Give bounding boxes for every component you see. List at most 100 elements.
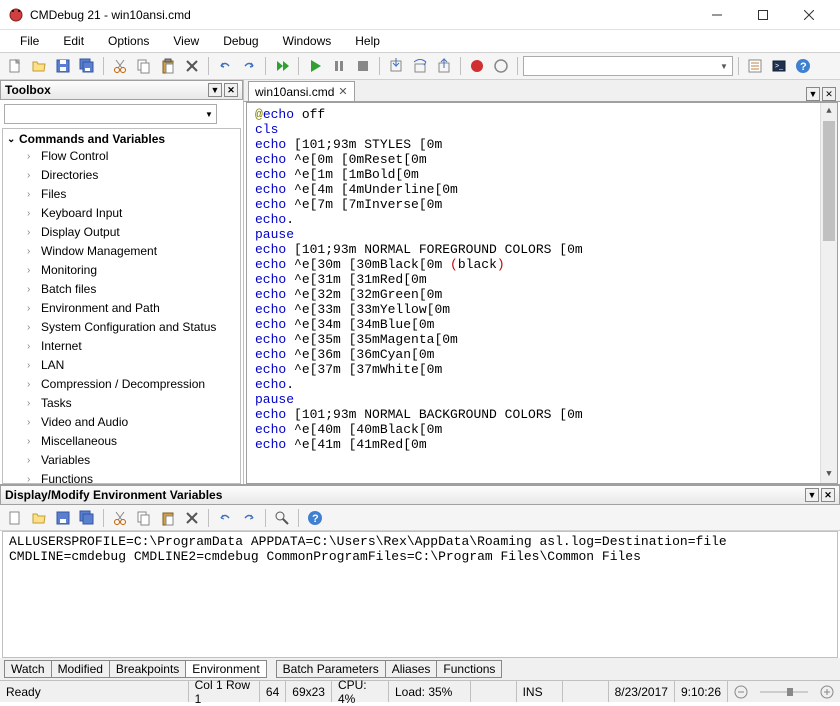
undo-icon[interactable] (214, 55, 236, 77)
env-delete-icon[interactable] (181, 507, 203, 529)
env-cut-icon[interactable] (109, 507, 131, 529)
chevron-right-icon: › (27, 471, 41, 484)
breakpoint-disabled-icon[interactable] (490, 55, 512, 77)
tree-root[interactable]: ⌄ Commands and Variables (3, 131, 240, 147)
redo-icon[interactable] (238, 55, 260, 77)
tree-item[interactable]: ›Keyboard Input (3, 204, 240, 223)
env-help-icon[interactable]: ? (304, 507, 326, 529)
bottom-tab-aliases[interactable]: Aliases (385, 660, 438, 678)
save-icon[interactable] (52, 55, 74, 77)
menu-help[interactable]: Help (345, 33, 390, 49)
toolbox-title: Toolbox (5, 83, 51, 97)
tree-item[interactable]: ›Environment and Path (3, 299, 240, 318)
step-over-icon[interactable] (409, 55, 431, 77)
step-into-icon[interactable] (385, 55, 407, 77)
tree-item[interactable]: ›Tasks (3, 394, 240, 413)
tab-close-all-icon[interactable]: ✕ (822, 87, 836, 101)
scroll-up-icon[interactable]: ▲ (821, 103, 837, 120)
bottom-tab-functions[interactable]: Functions (436, 660, 502, 678)
run-icon[interactable] (304, 55, 326, 77)
properties-icon[interactable] (744, 55, 766, 77)
delete-icon[interactable] (181, 55, 203, 77)
maximize-button[interactable] (740, 0, 786, 30)
toolbox-search-combo[interactable]: ▼ (4, 104, 217, 124)
step-out-icon[interactable] (433, 55, 455, 77)
minimize-button[interactable] (694, 0, 740, 30)
tree-item[interactable]: ›System Configuration and Status (3, 318, 240, 337)
zoom-slider[interactable] (754, 681, 814, 702)
env-find-icon[interactable] (271, 507, 293, 529)
tree-item-label: Files (41, 186, 66, 203)
scroll-down-icon[interactable]: ▼ (821, 466, 837, 483)
env-save-icon[interactable] (52, 507, 74, 529)
tree-item-label: Display Output (41, 224, 120, 241)
bottom-tab-batch-parameters[interactable]: Batch Parameters (276, 660, 386, 678)
stop-icon[interactable] (352, 55, 374, 77)
bottom-tab-watch[interactable]: Watch (4, 660, 52, 678)
open-folder-icon[interactable] (28, 55, 50, 77)
tree-item[interactable]: ›Flow Control (3, 147, 240, 166)
code-editor[interactable]: @echo off cls echo [101;93m STYLES [0m e… (246, 102, 838, 484)
panel-dropdown-icon[interactable]: ▼ (208, 83, 222, 97)
tree-item[interactable]: ›Video and Audio (3, 413, 240, 432)
cut-icon[interactable] (109, 55, 131, 77)
tree-item[interactable]: ›Functions (3, 470, 240, 484)
tree-item[interactable]: ›Compression / Decompression (3, 375, 240, 394)
tree-item[interactable]: ›Miscellaneous (3, 432, 240, 451)
menu-windows[interactable]: Windows (273, 33, 342, 49)
tree-item-label: Tasks (41, 395, 72, 412)
scroll-thumb[interactable] (823, 121, 835, 241)
menu-edit[interactable]: Edit (53, 33, 94, 49)
tree-item[interactable]: ›Files (3, 185, 240, 204)
breakpoint-icon[interactable] (466, 55, 488, 77)
env-open-icon[interactable] (28, 507, 50, 529)
paste-icon[interactable] (157, 55, 179, 77)
terminal-icon[interactable]: >_ (768, 55, 790, 77)
bottom-tab-environment[interactable]: Environment (185, 660, 266, 678)
new-file-icon[interactable] (4, 55, 26, 77)
tab-close-icon[interactable]: ✕ (338, 85, 347, 98)
tab-dropdown-icon[interactable]: ▼ (806, 87, 820, 101)
editor-scrollbar[interactable]: ▲ ▼ (820, 103, 837, 483)
tree-root-label: Commands and Variables (19, 132, 165, 146)
env-dropdown-icon[interactable]: ▼ (805, 488, 819, 502)
help-icon[interactable]: ? (792, 55, 814, 77)
tree-item[interactable]: ›Variables (3, 451, 240, 470)
panel-close-icon[interactable]: ✕ (224, 83, 238, 97)
run-fast-icon[interactable] (271, 55, 293, 77)
editor-tab[interactable]: win10ansi.cmd ✕ (248, 81, 355, 101)
tree-item[interactable]: ›Monitoring (3, 261, 240, 280)
env-saveall-icon[interactable] (76, 507, 98, 529)
bottom-tab-modified[interactable]: Modified (51, 660, 110, 678)
save-all-icon[interactable] (76, 55, 98, 77)
zoom-in-icon[interactable] (814, 681, 840, 702)
tree-item[interactable]: ›Batch files (3, 280, 240, 299)
tree-item[interactable]: ›LAN (3, 356, 240, 375)
env-redo-icon[interactable] (238, 507, 260, 529)
command-combo[interactable]: ▼ (523, 56, 733, 76)
tree-item[interactable]: ›Internet (3, 337, 240, 356)
tree-item-label: Functions (41, 471, 93, 484)
tree-item[interactable]: ›Window Management (3, 242, 240, 261)
pause-icon[interactable] (328, 55, 350, 77)
env-new-icon[interactable] (4, 507, 26, 529)
chevron-right-icon: › (27, 300, 41, 317)
menu-debug[interactable]: Debug (213, 33, 268, 49)
bottom-tab-breakpoints[interactable]: Breakpoints (109, 660, 186, 678)
tree-item[interactable]: ›Directories (3, 166, 240, 185)
menu-file[interactable]: File (10, 33, 49, 49)
env-text-area[interactable]: ALLUSERSPROFILE=C:\ProgramData APPDATA=C… (2, 531, 838, 658)
toolbox-panel: Toolbox ▼ ✕ ▼ ⌄ Commands and Variables ›… (0, 80, 244, 484)
tree-item[interactable]: ›Display Output (3, 223, 240, 242)
env-close-icon[interactable]: ✕ (821, 488, 835, 502)
tree-item-label: Variables (41, 452, 90, 469)
env-copy-icon[interactable] (133, 507, 155, 529)
copy-icon[interactable] (133, 55, 155, 77)
zoom-out-icon[interactable] (728, 681, 754, 702)
menu-view[interactable]: View (163, 33, 209, 49)
menu-options[interactable]: Options (98, 33, 159, 49)
env-paste-icon[interactable] (157, 507, 179, 529)
toolbox-tree[interactable]: ⌄ Commands and Variables ›Flow Control›D… (2, 128, 241, 484)
env-undo-icon[interactable] (214, 507, 236, 529)
close-button[interactable] (786, 0, 832, 30)
